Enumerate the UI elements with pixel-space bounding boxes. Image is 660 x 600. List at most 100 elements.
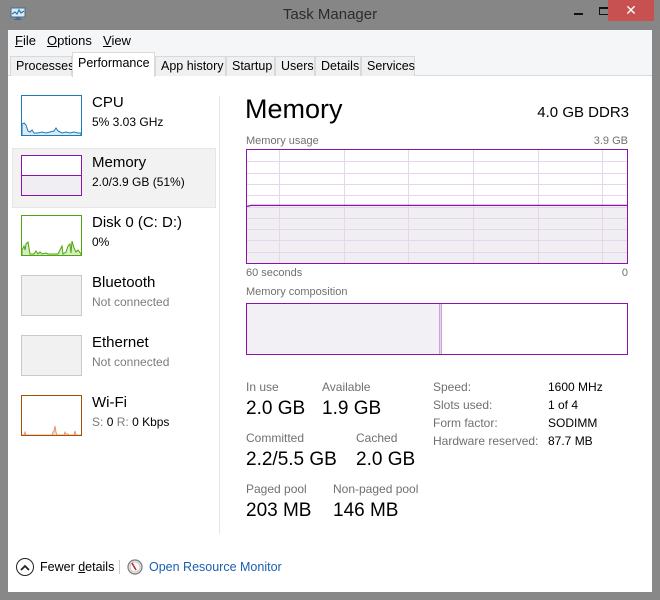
menu-view-label: iew: [111, 33, 131, 48]
open-resource-monitor-label: Open Resource Monitor: [149, 560, 282, 574]
sidebar-item-ethernet[interactable]: Ethernet Not connected: [12, 328, 216, 388]
sidebar-bluetooth-detail: Not connected: [92, 295, 170, 309]
committed-label: Committed: [246, 431, 305, 445]
non-paged-pool-value: 146 MB: [333, 500, 399, 521]
available-label: Available: [322, 380, 371, 394]
sidebar-disk-detail: 0%: [92, 235, 110, 249]
slots-used-value: 1 of 4: [548, 398, 579, 412]
menu-options-accel: O: [47, 33, 58, 48]
sidebar-disk-name: Disk 0 (C: D:): [92, 214, 182, 231]
sidebar-memory-detail: 2.0/3.9 GB (51%): [92, 175, 185, 189]
speed-value: 1600 MHz: [548, 380, 603, 394]
wifi-sparkline: [22, 425, 81, 435]
footer: Fewer details Open Resource Monitor: [8, 544, 652, 592]
memory-usage-graph-svg: [247, 150, 627, 263]
memory-usage-label: Memory usage: [246, 135, 319, 147]
wifi-thumbnail-graph: [21, 395, 82, 436]
memory-capacity-type: 4.0 GB DDR3: [537, 104, 629, 121]
usage-area: [247, 205, 627, 263]
fewer-details-button[interactable]: Fewer details: [16, 557, 114, 577]
sidebar-item-disk[interactable]: Disk 0 (C: D:) 0%: [12, 208, 216, 268]
menu-file-accel: F: [15, 33, 23, 48]
tab-processes[interactable]: Processes: [10, 56, 74, 76]
form-factor-label: Form factor:: [433, 416, 498, 430]
resource-monitor-icon: [127, 559, 143, 575]
chevron-up-circle-icon: [16, 558, 34, 576]
tab-performance[interactable]: Performance: [72, 52, 155, 77]
cpu-sparkline: [22, 122, 81, 135]
sidebar-item-cpu[interactable]: CPU 5% 3.03 GHz: [12, 88, 216, 148]
memory-composition-label: Memory composition: [246, 286, 348, 298]
close-icon: ✕: [625, 2, 637, 18]
wifi-send-label: S:: [92, 415, 104, 429]
memory-usage-graph: [246, 149, 628, 264]
tab-services[interactable]: Services: [361, 56, 415, 76]
sidebar-item-bluetooth[interactable]: Bluetooth Not connected: [12, 268, 216, 328]
sidebar-divider[interactable]: [219, 96, 220, 534]
cpu-thumbnail-graph: [21, 95, 82, 136]
title-bar[interactable]: Task Manager ✕: [0, 0, 660, 30]
footer-divider: [119, 560, 120, 574]
page-title: Memory: [245, 94, 343, 124]
tab-strip: Processes Performance App history Startu…: [8, 50, 652, 77]
memory-usage-max-label: 3.9 GB: [593, 135, 628, 147]
task-manager-window: Task Manager ✕ File Options View Process…: [0, 0, 660, 600]
sidebar-wifi-name: Wi-Fi: [92, 394, 127, 411]
performance-panel: CPU 5% 3.03 GHz Memory 2.0/3.9 GB (51%) …: [8, 76, 652, 544]
client-area: File Options View Processes Performance …: [8, 30, 652, 592]
close-button[interactable]: ✕: [608, 0, 654, 21]
open-resource-monitor-link[interactable]: Open Resource Monitor: [127, 557, 282, 577]
fewer-details-text-post: etails: [85, 560, 115, 574]
sidebar-ethernet-name: Ethernet: [92, 334, 149, 351]
sidebar-item-wifi[interactable]: Wi-Fi S: 0 R: 0 Kbps: [12, 388, 216, 448]
disk-sparkline: [22, 240, 81, 255]
sidebar-ethernet-detail: Not connected: [92, 355, 170, 369]
hardware-reserved-value: 87.7 MB: [548, 434, 593, 448]
tab-details[interactable]: Details: [315, 56, 361, 76]
in-use-label: In use: [246, 380, 279, 394]
composition-in-use-segment: [247, 304, 439, 354]
minimize-icon: [573, 12, 583, 15]
speed-label: Speed:: [433, 380, 472, 394]
paged-pool-value: 203 MB: [246, 500, 312, 521]
window-title: Task Manager: [282, 6, 378, 23]
wifi-recv-label: R:: [116, 415, 129, 429]
cached-label: Cached: [356, 431, 398, 445]
in-use-value: 2.0 GB: [246, 398, 306, 419]
menu-options-label: ptions: [57, 33, 92, 48]
graph-time-right-label: 0: [621, 267, 628, 279]
paged-pool-label: Paged pool: [246, 482, 307, 496]
slots-used-label: Slots used:: [433, 398, 493, 412]
composition-modified-segment: [438, 304, 442, 354]
menu-file-label: ile: [22, 33, 36, 48]
memory-thumbnail-graph: [21, 155, 82, 196]
menu-options[interactable]: Options: [47, 33, 92, 48]
tab-startup[interactable]: Startup: [226, 56, 275, 76]
sidebar-bluetooth-name: Bluetooth: [92, 274, 156, 291]
form-factor-value: SODIMM: [548, 416, 598, 430]
sidebar-item-memory[interactable]: Memory 2.0/3.9 GB (51%): [12, 148, 216, 208]
sidebar-memory-name: Memory: [92, 154, 147, 171]
tab-app-history[interactable]: App history: [155, 56, 226, 76]
cached-value: 2.0 GB: [356, 449, 416, 470]
graph-time-left-label: 60 seconds: [246, 267, 303, 279]
sidebar-cpu-name: CPU: [92, 94, 124, 111]
tab-users[interactable]: Users: [275, 56, 315, 76]
committed-value: 2.2/5.5 GB: [246, 449, 337, 470]
ethernet-thumbnail-graph: [21, 335, 82, 376]
wifi-send-value: 0: [106, 415, 114, 429]
sidebar-wifi-detail: S: 0 R: 0 Kbps: [92, 415, 169, 429]
sidebar-cpu-detail: 5% 3.03 GHz: [92, 115, 164, 129]
bluetooth-thumbnail-graph: [21, 275, 82, 316]
minimize-button[interactable]: [564, 0, 592, 21]
memory-thumbnail-fill: [22, 175, 81, 195]
available-value: 1.9 GB: [322, 398, 382, 419]
fewer-details-label: Fewer details: [40, 560, 114, 574]
menu-bar: File Options View: [8, 30, 652, 50]
wifi-recv-value: 0 Kbps: [132, 415, 170, 429]
disk-thumbnail-graph: [21, 215, 82, 256]
menu-file[interactable]: File: [15, 33, 36, 48]
non-paged-pool-label: Non-paged pool: [333, 482, 419, 496]
menu-view[interactable]: View: [103, 33, 131, 48]
memory-composition-bar: [246, 303, 628, 355]
